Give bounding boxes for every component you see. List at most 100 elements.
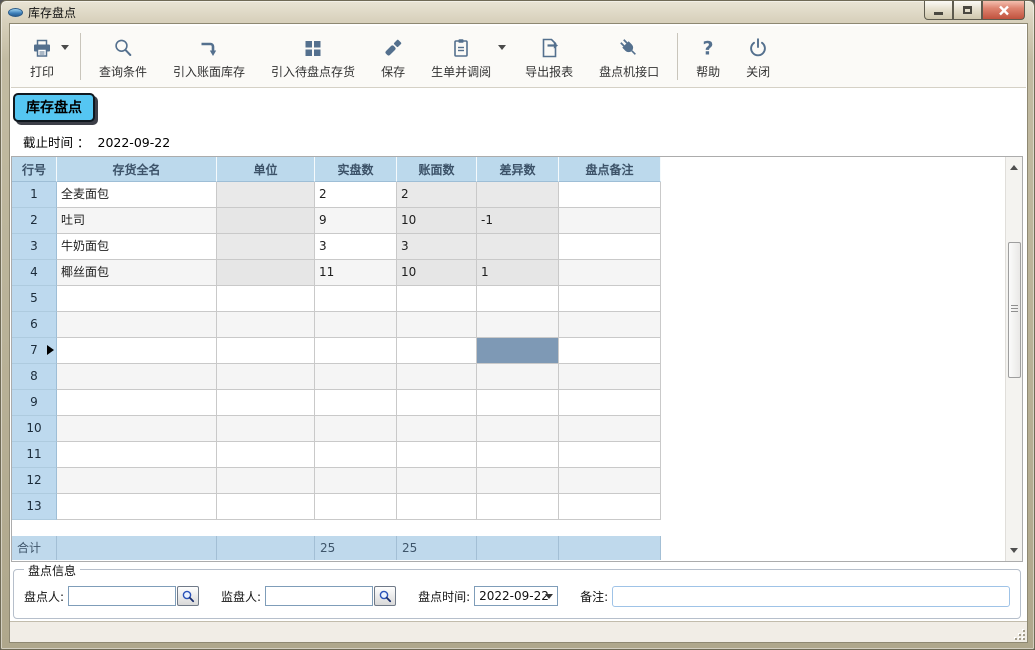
cell-unit[interactable] [217, 312, 315, 338]
cell-name[interactable]: 牛奶面包 [57, 234, 217, 260]
cell-unit[interactable] [217, 390, 315, 416]
cell-name[interactable]: 全麦面包 [57, 182, 217, 208]
close-button[interactable] [982, 1, 1025, 20]
cell-diff[interactable] [477, 494, 559, 520]
cell-note[interactable] [559, 390, 661, 416]
column-header-unit[interactable]: 单位 [217, 157, 315, 182]
vertical-scrollbar[interactable] [1005, 157, 1022, 561]
minimize-button[interactable] [924, 1, 953, 20]
cell-book[interactable] [397, 494, 477, 520]
cell-name[interactable] [57, 286, 217, 312]
column-header-book[interactable]: 账面数 [397, 157, 477, 182]
maximize-button[interactable] [953, 1, 982, 20]
cell-actual[interactable]: 9 [315, 208, 397, 234]
cell-book[interactable]: 2 [397, 182, 477, 208]
toolbar-button-create-doc[interactable]: 生单并调阅 [418, 32, 504, 82]
cell-name[interactable] [57, 338, 217, 364]
cell-unit[interactable] [217, 208, 315, 234]
cell-actual[interactable]: 3 [315, 234, 397, 260]
note-input[interactable] [612, 586, 1010, 607]
cell-actual[interactable] [315, 286, 397, 312]
dropdown-arrow-icon[interactable] [61, 45, 69, 50]
cell-book[interactable]: 10 [397, 208, 477, 234]
supervisor-input[interactable] [265, 586, 373, 606]
cell-unit[interactable] [217, 260, 315, 286]
cell-actual[interactable] [315, 390, 397, 416]
row-number-cell[interactable]: 6 [12, 312, 57, 338]
row-number-cell[interactable]: 9 [12, 390, 57, 416]
cell-actual[interactable]: 2 [315, 182, 397, 208]
cell-note[interactable] [559, 338, 661, 364]
cell-diff[interactable] [477, 286, 559, 312]
row-number-cell[interactable]: 3 [12, 234, 57, 260]
scroll-up-button[interactable] [1006, 159, 1023, 176]
cell-diff[interactable]: -1 [477, 208, 559, 234]
column-header-diff[interactable]: 差异数 [477, 157, 559, 182]
cell-unit[interactable] [217, 338, 315, 364]
dropdown-arrow-icon[interactable] [498, 45, 506, 50]
cell-actual[interactable] [315, 338, 397, 364]
cell-diff[interactable] [477, 182, 559, 208]
toolbar-button-import-book[interactable]: 引入账面库存 [160, 32, 258, 82]
column-header-no[interactable]: 行号 [12, 157, 57, 182]
count-time-select[interactable]: 2022-09-22 [474, 586, 558, 606]
cell-note[interactable] [559, 234, 661, 260]
resize-grip[interactable] [1013, 628, 1025, 640]
cell-book[interactable] [397, 286, 477, 312]
cell-note[interactable] [559, 260, 661, 286]
cell-note[interactable] [559, 494, 661, 520]
toolbar-button-import-pending[interactable]: 引入待盘点存货 [258, 32, 368, 82]
cell-book[interactable] [397, 416, 477, 442]
row-number-cell[interactable]: 8 [12, 364, 57, 390]
cell-unit[interactable] [217, 286, 315, 312]
cell-unit[interactable] [217, 468, 315, 494]
cell-note[interactable] [559, 286, 661, 312]
toolbar-button-save[interactable]: 保存 [368, 32, 418, 82]
cell-note[interactable] [559, 416, 661, 442]
cell-note[interactable] [559, 312, 661, 338]
cell-name[interactable] [57, 416, 217, 442]
row-number-cell[interactable]: 1 [12, 182, 57, 208]
toolbar-button-query[interactable]: 查询条件 [86, 32, 160, 82]
cell-diff[interactable]: 1 [477, 260, 559, 286]
cell-note[interactable] [559, 468, 661, 494]
cell-book[interactable] [397, 442, 477, 468]
scroll-down-button[interactable] [1006, 542, 1023, 559]
cell-note[interactable] [559, 442, 661, 468]
cell-unit[interactable] [217, 416, 315, 442]
cell-name[interactable] [57, 312, 217, 338]
toolbar-button-close[interactable]: 关闭 [733, 32, 783, 82]
row-number-cell[interactable]: 7 [12, 338, 57, 364]
cell-book[interactable]: 3 [397, 234, 477, 260]
cell-note[interactable] [559, 208, 661, 234]
row-number-cell[interactable]: 2 [12, 208, 57, 234]
counter-lookup-button[interactable] [177, 586, 199, 606]
cell-actual[interactable] [315, 312, 397, 338]
cell-book[interactable] [397, 390, 477, 416]
cell-diff[interactable] [477, 442, 559, 468]
titlebar[interactable]: 库存盘点 [1, 1, 1034, 23]
column-header-name[interactable]: 存货全名 [57, 157, 217, 182]
row-number-cell[interactable]: 10 [12, 416, 57, 442]
row-number-cell[interactable]: 11 [12, 442, 57, 468]
toolbar-button-help[interactable]: ?帮助 [683, 32, 733, 82]
cell-book[interactable] [397, 468, 477, 494]
cell-note[interactable] [559, 182, 661, 208]
cell-name[interactable]: 椰丝面包 [57, 260, 217, 286]
cell-name[interactable] [57, 494, 217, 520]
cell-name[interactable] [57, 390, 217, 416]
cell-unit[interactable] [217, 364, 315, 390]
cell-book[interactable] [397, 312, 477, 338]
cell-diff[interactable] [477, 364, 559, 390]
cell-name[interactable]: 吐司 [57, 208, 217, 234]
cell-name[interactable] [57, 364, 217, 390]
cell-actual[interactable] [315, 468, 397, 494]
row-number-cell[interactable]: 4 [12, 260, 57, 286]
cell-book[interactable]: 10 [397, 260, 477, 286]
cell-unit[interactable] [217, 234, 315, 260]
cell-note[interactable] [559, 364, 661, 390]
cell-unit[interactable] [217, 182, 315, 208]
cell-book[interactable] [397, 364, 477, 390]
toolbar-button-device[interactable]: 盘点机接口 [586, 32, 672, 82]
column-header-note[interactable]: 盘点备注 [559, 157, 661, 182]
